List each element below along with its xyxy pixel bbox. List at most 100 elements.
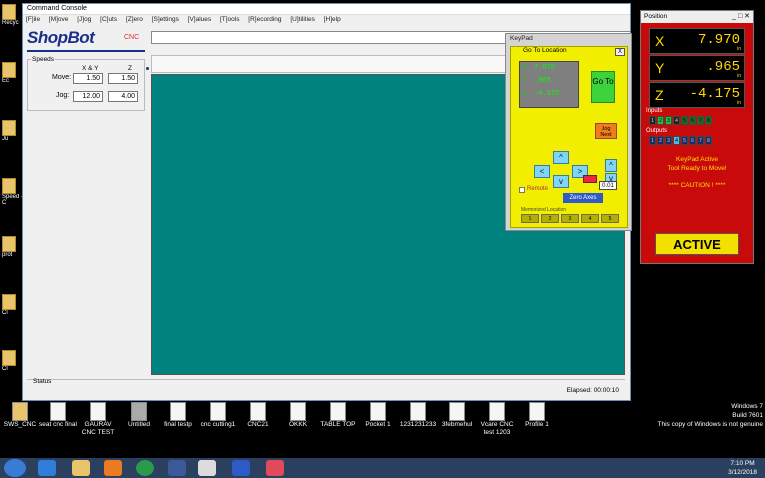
- desktop-icon[interactable]: Profile 1: [517, 402, 557, 429]
- desktop-icon[interactable]: Cl: [2, 294, 24, 316]
- menu-move[interactable]: [M]ove: [49, 16, 69, 23]
- caution-msg: **** CAUTION ! ****: [668, 182, 726, 189]
- menu-settings[interactable]: [S]ettings: [152, 16, 179, 23]
- arrow-down-y-button[interactable]: v: [553, 175, 569, 188]
- desktop-icon[interactable]: Vcare CNC test 1203: [477, 402, 517, 437]
- explorer-icon[interactable]: [72, 460, 90, 476]
- clock[interactable]: 7:10 PM 3/12/2018: [728, 459, 757, 477]
- bullet-icon: [146, 67, 149, 70]
- start-button[interactable]: [4, 459, 26, 477]
- outputs-row: 1 2 3 4 5 6 7 8: [649, 136, 712, 145]
- menu-tools[interactable]: [T]ools: [220, 16, 240, 23]
- goto-display[interactable]: X 7.970 Y .965 Z -4.175: [519, 61, 579, 108]
- shopbot-icon[interactable]: [198, 460, 216, 476]
- move-z-field[interactable]: 1.50: [108, 73, 138, 84]
- desktop-icon[interactable]: 1231231233: [398, 402, 438, 429]
- position-window: Position _ □ ✕ X 7.970 in Y .965 in Z -4…: [640, 10, 754, 264]
- desktop-icon[interactable]: GAURAV CNC TEST: [78, 402, 118, 437]
- speeds-group: Speeds X & Y Z Move: Jog: 1.50 1.50 12.0…: [27, 56, 145, 111]
- mem-button-5[interactable]: 5: [601, 214, 619, 223]
- elapsed-time: Elapsed: 00:00:10: [566, 387, 619, 394]
- desktop-icon[interactable]: cnc cutting1: [198, 402, 238, 429]
- position-titlebar: Position _ □ ✕: [641, 11, 753, 23]
- tool-ready-msg: Tool Ready to Move!: [667, 165, 727, 172]
- active-indicator[interactable]: ACTIVE: [655, 233, 739, 255]
- position-title: Position: [644, 13, 668, 20]
- desktop-icon[interactable]: SWS_CNC: [0, 402, 40, 429]
- keypad-active-msg: KeyPad Active: [676, 156, 718, 163]
- desktop-icon[interactable]: final testp: [158, 402, 198, 429]
- windows-watermark: Windows 7 Build 7601 This copy of Window…: [657, 403, 764, 428]
- mem-button-2[interactable]: 2: [541, 214, 559, 223]
- col-xy-label: X & Y: [82, 65, 99, 72]
- z-up-button[interactable]: ^: [605, 159, 617, 172]
- remote-checkbox[interactable]: [519, 187, 525, 193]
- menu-zero[interactable]: [Z]ero: [126, 16, 143, 23]
- chrome-icon[interactable]: [136, 460, 154, 476]
- menu-jog[interactable]: [J]og: [77, 16, 91, 23]
- x-readout: X 7.970 in: [649, 28, 745, 54]
- inputs-row: 1 2 3 4 5 6 7 8: [649, 116, 712, 125]
- close-button[interactable]: X: [615, 48, 625, 56]
- jog-label: Jog:: [56, 92, 70, 99]
- app-icon[interactable]: [266, 460, 284, 476]
- zero-axes-button[interactable]: Zero Axes: [563, 193, 603, 203]
- mem-button-1[interactable]: 1: [521, 214, 539, 223]
- pw-icon[interactable]: [168, 460, 186, 476]
- status-label: Status: [33, 378, 52, 385]
- memorized-label: Memorized Location: [521, 207, 567, 213]
- desktop-icon[interactable]: OKKK: [278, 402, 318, 429]
- menu-file[interactable]: [F]ile: [26, 16, 40, 23]
- inputs-label: Inputs: [646, 108, 663, 114]
- desktop-left-icons: Recyc Ec Ju Speed - C prot Cl Cl: [0, 0, 24, 400]
- jog-z-field[interactable]: 4.00: [108, 91, 138, 102]
- desktop-icon[interactable]: CNC21: [238, 402, 278, 429]
- desktop-icon[interactable]: Pocket 1: [358, 402, 398, 429]
- goto-heading: Go To Location: [523, 47, 567, 54]
- menu-help[interactable]: [H]elp: [324, 16, 341, 23]
- console-title: Command Console: [23, 4, 630, 15]
- arrow-left-button[interactable]: <: [534, 165, 550, 178]
- console-menubar: [F]ile [M]ove [J]og [C]uts [Z]ero [S]ett…: [23, 15, 630, 25]
- desktop-icon[interactable]: prot: [2, 236, 24, 258]
- desktop-icon[interactable]: Ec: [2, 62, 24, 84]
- menu-values[interactable]: [V]alues: [188, 16, 212, 23]
- desktop-icon[interactable]: Speed - C: [2, 178, 24, 206]
- mem-button-3[interactable]: 3: [561, 214, 579, 223]
- jog-next-button[interactable]: Jog Next: [595, 123, 617, 139]
- goto-button[interactable]: Go To: [591, 71, 615, 103]
- col-z-label: Z: [128, 65, 132, 72]
- goto-row-x: X 7.970: [522, 64, 556, 72]
- media-player-icon[interactable]: [104, 460, 122, 476]
- ie-icon[interactable]: [38, 460, 56, 476]
- keypad-window: KeyPad Go To Location X X 7.970 Y .965 Z -4…: [505, 33, 632, 231]
- menu-recording[interactable]: [R]ecording: [248, 16, 281, 23]
- menu-cuts[interactable]: [C]uts: [100, 16, 117, 23]
- logo-underline: [27, 50, 145, 52]
- stop-indicator: [583, 175, 597, 183]
- taskbar: 7:10 PM 3/12/2018: [0, 458, 765, 478]
- shopbot-logo: ShopBot CNC: [27, 28, 140, 47]
- jog-xy-field[interactable]: 12.00: [73, 91, 103, 102]
- move-xy-field[interactable]: 1.50: [73, 73, 103, 84]
- keypad-panel: Go To Location X X 7.970 Y .965 Z -4.175 Go…: [510, 46, 628, 228]
- desktop-icon[interactable]: 3febmehul: [437, 402, 477, 429]
- outputs-label: Outputs: [646, 128, 668, 134]
- desktop-icon[interactable]: Untitled: [119, 402, 159, 429]
- window-controls[interactable]: _ □ ✕: [732, 12, 750, 20]
- y-readout: Y .965 in: [649, 55, 745, 81]
- desktop-icon[interactable]: Ju: [2, 120, 24, 142]
- desktop-icon[interactable]: Cl: [2, 350, 24, 372]
- remote-label: Remote: [527, 186, 549, 192]
- step-size-field[interactable]: 0.01: [599, 181, 617, 190]
- mem-button-4[interactable]: 4: [581, 214, 599, 223]
- desktop-icon-recycle[interactable]: Recyc: [2, 4, 24, 26]
- arrow-up-y-button[interactable]: ^: [553, 151, 569, 164]
- desktop-icon[interactable]: seat cnc final: [38, 402, 78, 429]
- desktop-icon[interactable]: TABLE TOP: [318, 402, 358, 429]
- menu-utilities[interactable]: [U]tilities: [290, 16, 315, 23]
- goto-row-z: Z -4.175: [522, 90, 560, 98]
- pw3d-icon[interactable]: [232, 460, 250, 476]
- status-group: Status Elapsed: 00:00:10: [27, 378, 625, 396]
- keypad-title: KeyPad: [510, 35, 533, 42]
